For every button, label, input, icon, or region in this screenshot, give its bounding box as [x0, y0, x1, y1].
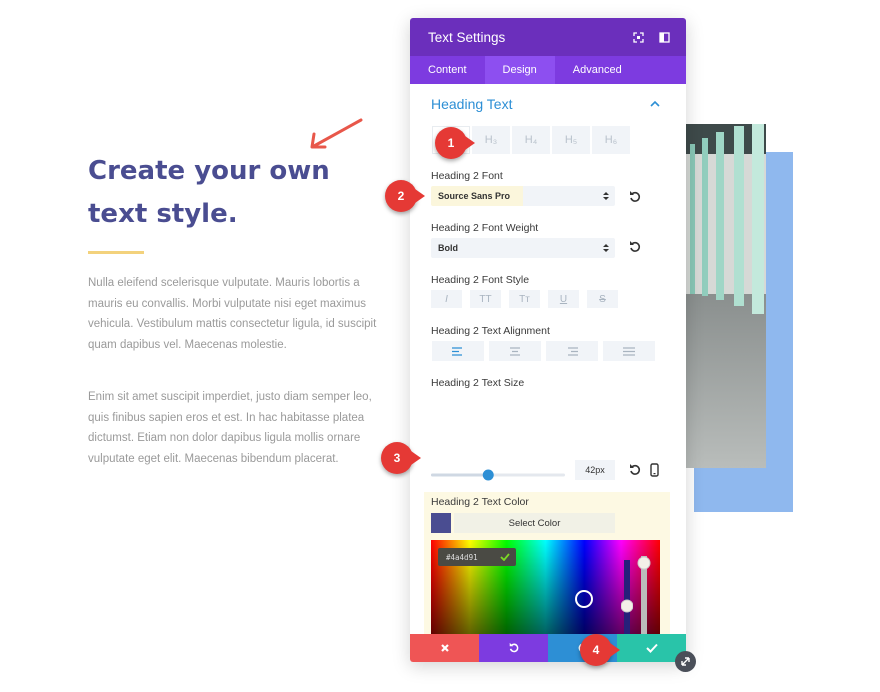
undo-button[interactable] [479, 634, 548, 662]
discard-button[interactable] [410, 634, 479, 662]
align-left-icon [452, 346, 462, 356]
text-size-slider[interactable] [431, 469, 565, 481]
heading-level-h4[interactable]: H₄ [512, 126, 550, 154]
text-size-label: Heading 2 Text Size [431, 377, 525, 389]
page-heading-line-1: Create your own [88, 156, 330, 186]
uppercase-button[interactable]: TT [470, 290, 501, 308]
chevron-up-icon[interactable] [650, 100, 660, 107]
heading-underline [88, 251, 144, 254]
pointer-arrow-icon [310, 118, 363, 149]
tab-design[interactable]: Design [484, 56, 555, 84]
panel-title: Text Settings [428, 29, 506, 45]
align-center-icon [510, 346, 520, 356]
heading-level-h6[interactable]: H₆ [592, 126, 630, 154]
check-icon [500, 553, 510, 561]
panel-header: Text Settings [410, 18, 686, 56]
callout-badge-2: 2 [385, 180, 425, 212]
align-justify-button[interactable] [603, 341, 655, 361]
select-color-button[interactable]: Select Color [454, 513, 615, 533]
confirm-hex-button[interactable] [494, 548, 516, 566]
text-alignment-label: Heading 2 Text Alignment [431, 325, 550, 337]
callout-badge-1: 1 [435, 127, 475, 159]
font-style-label: Heading 2 Font Style [431, 274, 530, 286]
resize-handle[interactable] [675, 651, 696, 672]
panel-footer [410, 634, 686, 662]
reset-font-weight-icon[interactable] [628, 240, 642, 254]
font-select-value: Source Sans Pro [438, 191, 511, 201]
text-size-input[interactable]: 42px [575, 460, 615, 480]
undo-icon [509, 642, 518, 653]
tab-advanced[interactable]: Advanced [555, 56, 640, 84]
text-alignment-buttons [432, 341, 655, 361]
resize-icon [681, 657, 690, 666]
align-right-button[interactable] [546, 341, 598, 361]
mobile-device-icon[interactable] [650, 463, 659, 477]
color-picker-handle[interactable] [574, 589, 594, 609]
select-caret-icon [603, 244, 609, 252]
page-heading: Create your own text style. [88, 150, 388, 236]
body-paragraph-1: Nulla eleifend scelerisque vulputate. Ma… [88, 277, 377, 351]
italic-button[interactable]: I [431, 290, 462, 308]
font-select[interactable]: Source Sans Pro [431, 186, 615, 206]
text-settings-panel: Text Settings Content Design Advanced He… [410, 18, 686, 662]
capitalize-button[interactable]: Tт [509, 290, 540, 308]
font-style-buttons: I TT Tт U S [431, 290, 618, 308]
heading-level-h3[interactable]: H₃ [472, 126, 510, 154]
align-right-icon [568, 346, 578, 356]
text-color-label: Heading 2 Text Color [431, 496, 529, 508]
section-title-heading-text[interactable]: Heading Text [431, 96, 512, 112]
panel-tabs: Content Design Advanced [410, 56, 686, 84]
underline-button[interactable]: U [548, 290, 579, 308]
font-label: Heading 2 Font [431, 170, 503, 182]
align-left-button[interactable] [432, 341, 484, 361]
colonnade-photo [680, 124, 766, 468]
split-view-icon[interactable] [656, 29, 672, 45]
body-paragraph-2: Enim sit amet suscipit imperdiet, justo … [88, 391, 372, 465]
font-weight-value: Bold [438, 243, 458, 253]
current-color-swatch[interactable] [431, 513, 451, 533]
check-icon [645, 643, 658, 653]
heading-level-h5[interactable]: H₅ [552, 126, 590, 154]
callout-badge-3: 3 [381, 442, 421, 474]
strikethrough-button[interactable]: S [587, 290, 618, 308]
page-heading-line-2: text style. [88, 199, 238, 229]
close-icon [440, 644, 449, 652]
font-weight-label: Heading 2 Font Weight [431, 222, 539, 234]
align-justify-icon [623, 346, 635, 356]
align-center-button[interactable] [489, 341, 541, 361]
callout-badge-4: 4 [580, 634, 620, 666]
select-caret-icon [603, 192, 609, 200]
font-weight-select[interactable]: Bold [431, 238, 615, 258]
fullscreen-icon[interactable] [630, 29, 646, 45]
tab-content[interactable]: Content [410, 56, 485, 84]
reset-size-icon[interactable] [628, 463, 642, 477]
slider-thumb [482, 469, 494, 481]
reset-font-icon[interactable] [628, 190, 642, 204]
panel-body: Heading Text H₂ H₃ H₄ H₅ H₆ Heading 2 Fo… [410, 84, 686, 662]
